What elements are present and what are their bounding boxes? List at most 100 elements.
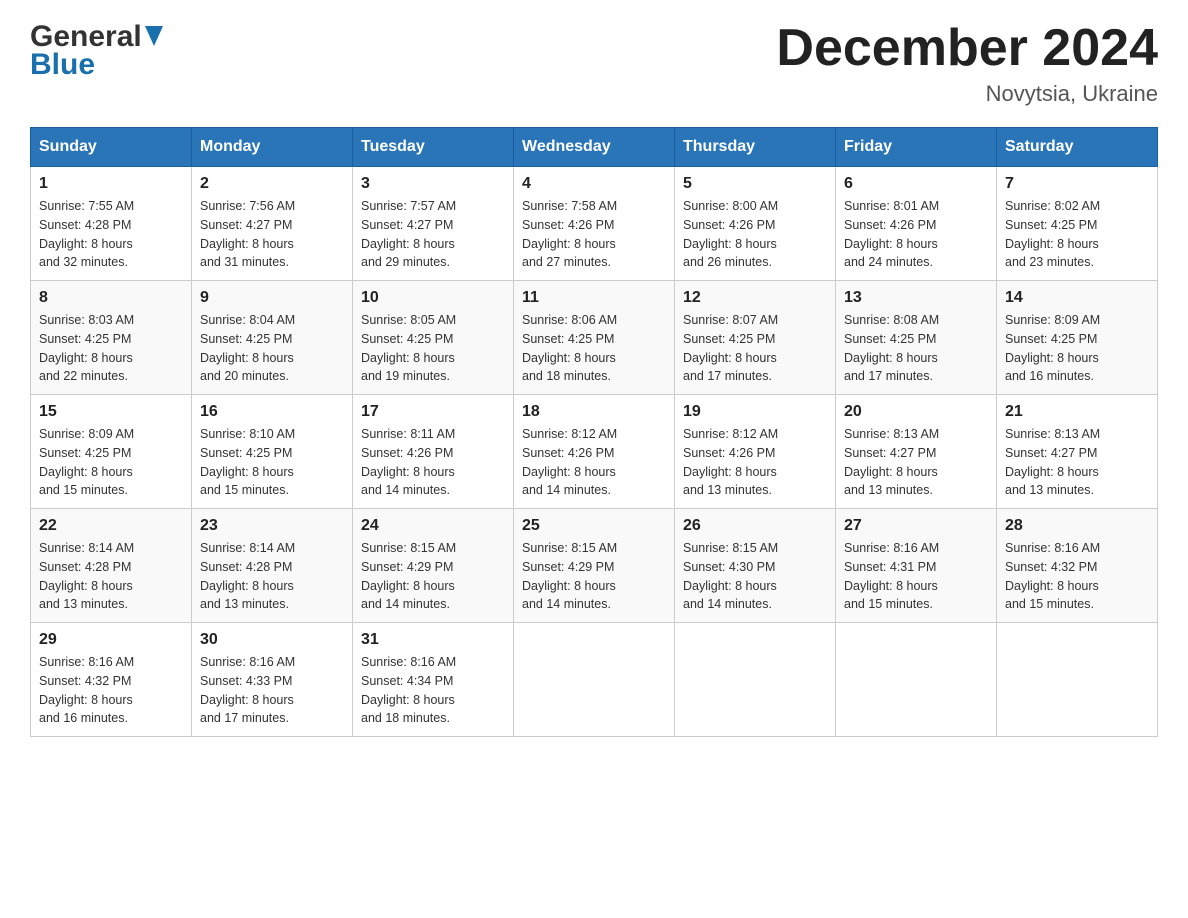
day-info: Sunrise: 8:09 AMSunset: 4:25 PMDaylight:… xyxy=(1005,311,1149,386)
calendar-week-row: 1 Sunrise: 7:55 AMSunset: 4:28 PMDaylight… xyxy=(31,167,1158,281)
weekday-header-saturday: Saturday xyxy=(997,128,1158,167)
calendar-week-row: 8 Sunrise: 8:03 AMSunset: 4:25 PMDaylight… xyxy=(31,281,1158,395)
day-info: Sunrise: 8:01 AMSunset: 4:26 PMDaylight:… xyxy=(844,197,988,272)
day-number: 22 xyxy=(39,517,183,535)
calendar-cell: 27 Sunrise: 8:16 AMSunset: 4:31 PMDayligh… xyxy=(836,509,997,623)
calendar-cell: 11Sunrise: 8:06 AMSunset: 4:25 PMDayligh… xyxy=(514,281,675,395)
calendar-cell: 28 Sunrise: 8:16 AMSunset: 4:32 PMDayligh… xyxy=(997,509,1158,623)
calendar-cell: 13Sunrise: 8:08 AMSunset: 4:25 PMDayligh… xyxy=(836,281,997,395)
calendar-cell: 16 Sunrise: 8:10 AMSunset: 4:25 PMDayligh… xyxy=(192,395,353,509)
calendar-week-row: 15Sunrise: 8:09 AMSunset: 4:25 PMDayligh… xyxy=(31,395,1158,509)
calendar-cell: 20Sunrise: 8:13 AMSunset: 4:27 PMDayligh… xyxy=(836,395,997,509)
day-number: 11 xyxy=(522,289,666,307)
day-info: Sunrise: 7:55 AMSunset: 4:28 PMDaylight:… xyxy=(39,197,183,272)
day-info: Sunrise: 8:16 AMSunset: 4:34 PMDaylight:… xyxy=(361,653,505,728)
day-number: 1 xyxy=(39,175,183,193)
day-info: Sunrise: 8:09 AMSunset: 4:25 PMDaylight:… xyxy=(39,425,183,500)
day-number: 3 xyxy=(361,175,505,193)
calendar-cell: 9 Sunrise: 8:04 AMSunset: 4:25 PMDaylight… xyxy=(192,281,353,395)
day-number: 17 xyxy=(361,403,505,421)
day-number: 7 xyxy=(1005,175,1149,193)
day-info: Sunrise: 7:58 AMSunset: 4:26 PMDaylight:… xyxy=(522,197,666,272)
calendar-cell xyxy=(514,623,675,737)
day-info: Sunrise: 8:15 AMSunset: 4:29 PMDaylight:… xyxy=(361,539,505,614)
day-info: Sunrise: 7:56 AMSunset: 4:27 PMDaylight:… xyxy=(200,197,344,272)
day-number: 29 xyxy=(39,631,183,649)
weekday-header-monday: Monday xyxy=(192,128,353,167)
day-number: 25 xyxy=(522,517,666,535)
calendar-cell: 23 Sunrise: 8:14 AMSunset: 4:28 PMDayligh… xyxy=(192,509,353,623)
day-number: 10 xyxy=(361,289,505,307)
calendar-table: SundayMondayTuesdayWednesdayThursdayFrid… xyxy=(30,127,1158,737)
calendar-cell: 5Sunrise: 8:00 AMSunset: 4:26 PMDaylight… xyxy=(675,167,836,281)
calendar-cell: 24 Sunrise: 8:15 AMSunset: 4:29 PMDayligh… xyxy=(353,509,514,623)
day-info: Sunrise: 8:03 AMSunset: 4:25 PMDaylight:… xyxy=(39,311,183,386)
day-info: Sunrise: 8:14 AMSunset: 4:28 PMDaylight:… xyxy=(39,539,183,614)
calendar-cell: 4 Sunrise: 7:58 AMSunset: 4:26 PMDaylight… xyxy=(514,167,675,281)
day-number: 5 xyxy=(683,175,827,193)
day-info: Sunrise: 8:02 AMSunset: 4:25 PMDaylight:… xyxy=(1005,197,1149,272)
day-number: 23 xyxy=(200,517,344,535)
weekday-header-tuesday: Tuesday xyxy=(353,128,514,167)
day-info: Sunrise: 8:11 AMSunset: 4:26 PMDaylight:… xyxy=(361,425,505,500)
calendar-cell: 21Sunrise: 8:13 AMSunset: 4:27 PMDayligh… xyxy=(997,395,1158,509)
calendar-cell: 7 Sunrise: 8:02 AMSunset: 4:25 PMDaylight… xyxy=(997,167,1158,281)
day-number: 14 xyxy=(1005,289,1149,307)
calendar-cell: 22 Sunrise: 8:14 AMSunset: 4:28 PMDayligh… xyxy=(31,509,192,623)
calendar-cell: 29 Sunrise: 8:16 AMSunset: 4:32 PMDayligh… xyxy=(31,623,192,737)
day-info: Sunrise: 8:08 AMSunset: 4:25 PMDaylight:… xyxy=(844,311,988,386)
day-info: Sunrise: 8:16 AMSunset: 4:32 PMDaylight:… xyxy=(39,653,183,728)
day-number: 24 xyxy=(361,517,505,535)
day-number: 12 xyxy=(683,289,827,307)
day-info: Sunrise: 8:07 AMSunset: 4:25 PMDaylight:… xyxy=(683,311,827,386)
day-number: 30 xyxy=(200,631,344,649)
day-number: 4 xyxy=(522,175,666,193)
day-number: 9 xyxy=(200,289,344,307)
day-number: 20 xyxy=(844,403,988,421)
day-info: Sunrise: 8:05 AMSunset: 4:25 PMDaylight:… xyxy=(361,311,505,386)
calendar-cell: 14 Sunrise: 8:09 AMSunset: 4:25 PMDayligh… xyxy=(997,281,1158,395)
weekday-header-wednesday: Wednesday xyxy=(514,128,675,167)
location-subtitle: Novytsia, Ukraine xyxy=(776,81,1158,107)
day-info: Sunrise: 8:15 AMSunset: 4:29 PMDaylight:… xyxy=(522,539,666,614)
calendar-week-row: 29 Sunrise: 8:16 AMSunset: 4:32 PMDayligh… xyxy=(31,623,1158,737)
day-number: 21 xyxy=(1005,403,1149,421)
month-title: December 2024 xyxy=(776,20,1158,77)
weekday-header-sunday: Sunday xyxy=(31,128,192,167)
day-info: Sunrise: 8:12 AMSunset: 4:26 PMDaylight:… xyxy=(683,425,827,500)
day-number: 19 xyxy=(683,403,827,421)
weekday-header-thursday: Thursday xyxy=(675,128,836,167)
day-number: 8 xyxy=(39,289,183,307)
page-header: General Blue December 2024 Novytsia, Ukr… xyxy=(30,20,1158,107)
weekday-header-row: SundayMondayTuesdayWednesdayThursdayFrid… xyxy=(31,128,1158,167)
calendar-cell: 26Sunrise: 8:15 AMSunset: 4:30 PMDayligh… xyxy=(675,509,836,623)
calendar-cell xyxy=(675,623,836,737)
day-number: 18 xyxy=(522,403,666,421)
day-number: 27 xyxy=(844,517,988,535)
day-info: Sunrise: 8:10 AMSunset: 4:25 PMDaylight:… xyxy=(200,425,344,500)
calendar-cell: 2 Sunrise: 7:56 AMSunset: 4:27 PMDaylight… xyxy=(192,167,353,281)
calendar-cell xyxy=(997,623,1158,737)
day-info: Sunrise: 8:16 AMSunset: 4:32 PMDaylight:… xyxy=(1005,539,1149,614)
day-number: 28 xyxy=(1005,517,1149,535)
calendar-cell: 18Sunrise: 8:12 AMSunset: 4:26 PMDayligh… xyxy=(514,395,675,509)
calendar-cell: 3 Sunrise: 7:57 AMSunset: 4:27 PMDaylight… xyxy=(353,167,514,281)
calendar-cell: 19 Sunrise: 8:12 AMSunset: 4:26 PMDayligh… xyxy=(675,395,836,509)
title-area: December 2024 Novytsia, Ukraine xyxy=(776,20,1158,107)
calendar-cell: 8 Sunrise: 8:03 AMSunset: 4:25 PMDaylight… xyxy=(31,281,192,395)
day-number: 16 xyxy=(200,403,344,421)
day-number: 2 xyxy=(200,175,344,193)
calendar-cell: 25 Sunrise: 8:15 AMSunset: 4:29 PMDayligh… xyxy=(514,509,675,623)
day-info: Sunrise: 8:04 AMSunset: 4:25 PMDaylight:… xyxy=(200,311,344,386)
day-number: 26 xyxy=(683,517,827,535)
calendar-cell: 1 Sunrise: 7:55 AMSunset: 4:28 PMDaylight… xyxy=(31,167,192,281)
day-info: Sunrise: 8:16 AMSunset: 4:31 PMDaylight:… xyxy=(844,539,988,614)
calendar-cell: 10 Sunrise: 8:05 AMSunset: 4:25 PMDayligh… xyxy=(353,281,514,395)
logo-blue-text: Blue xyxy=(30,48,95,82)
day-number: 31 xyxy=(361,631,505,649)
calendar-cell: 12 Sunrise: 8:07 AMSunset: 4:25 PMDayligh… xyxy=(675,281,836,395)
calendar-cell: 15Sunrise: 8:09 AMSunset: 4:25 PMDayligh… xyxy=(31,395,192,509)
day-info: Sunrise: 8:14 AMSunset: 4:28 PMDaylight:… xyxy=(200,539,344,614)
day-info: Sunrise: 8:16 AMSunset: 4:33 PMDaylight:… xyxy=(200,653,344,728)
day-info: Sunrise: 7:57 AMSunset: 4:27 PMDaylight:… xyxy=(361,197,505,272)
